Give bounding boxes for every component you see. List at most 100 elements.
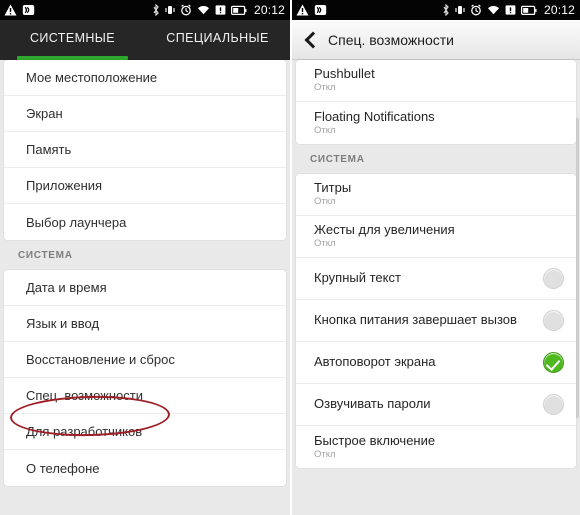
status-bar-right-icons: 20:12	[442, 3, 575, 17]
missed-call-icon	[22, 5, 35, 15]
wifi-icon	[197, 6, 209, 15]
list-item[interactable]: Pushbullet Откл	[296, 60, 576, 102]
vibrate-icon	[165, 6, 175, 14]
list-item[interactable]: Мое местоположение	[4, 60, 286, 96]
battery-icon	[230, 5, 247, 15]
list-item[interactable]: Floating Notifications Откл	[296, 102, 576, 144]
status-bar-right: 20:12	[292, 0, 580, 20]
tab-bar: СИСТЕМНЫЕ СПЕЦИАЛЬНЫЕ	[0, 20, 290, 60]
list-item-texts: Pushbullet Откл	[314, 66, 564, 94]
list-item[interactable]: Восстановление и сброс	[4, 342, 286, 378]
list-item-title: Floating Notifications	[314, 108, 435, 124]
list-item-label: Память	[26, 142, 72, 157]
bluetooth-icon	[443, 4, 449, 16]
list-item-subtitle: Откл	[314, 82, 336, 93]
list-item-title: Жесты для увеличения	[314, 222, 455, 238]
left-group-one: Мое местоположение Экран Память Приложен…	[4, 60, 286, 240]
checkbox-large-text[interactable]	[543, 268, 564, 289]
list-item[interactable]: Выбор лаунчера	[4, 204, 286, 240]
alarm-icon	[181, 4, 191, 16]
warning-triangle-icon	[4, 4, 17, 16]
list-item-title: Быстрое включение	[314, 432, 436, 448]
list-item-label: Восстановление и сброс	[26, 352, 175, 367]
list-item[interactable]: Экран	[4, 96, 286, 132]
list-item[interactable]: Быстрое включение Откл	[296, 426, 576, 468]
list-item-title: Титры	[314, 180, 352, 196]
list-item[interactable]: Дата и время	[4, 270, 286, 306]
list-item-title: Pushbullet	[314, 66, 375, 82]
battery-icon	[520, 5, 537, 15]
missed-call-icon	[314, 5, 327, 15]
status-bar-clock: 20:12	[253, 3, 285, 17]
page-title: Спец. возможности	[328, 31, 454, 48]
list-item-label: Спец. возможности	[26, 388, 143, 403]
list-item-texts: Быстрое включение Откл	[314, 432, 564, 461]
checkbox-auto-rotate-screen[interactable]	[543, 352, 564, 373]
list-item-label: Выбор лаунчера	[26, 214, 127, 230]
list-item-label: Дата и время	[26, 280, 107, 295]
list-item-label: Язык и ввод	[26, 316, 100, 331]
list-item-label: Приложения	[26, 178, 103, 193]
chevron-left-icon[interactable]	[304, 31, 316, 49]
list-item-title: Крупный текст	[314, 270, 401, 286]
list-item-title: Автоповорот экрана	[314, 354, 436, 370]
list-item[interactable]: Титры Откл	[296, 174, 576, 216]
sim-card-icon	[215, 5, 226, 15]
right-phone-screen: 20:12 Спец. возможности Pushbullet Откл …	[290, 0, 580, 515]
left-settings-list[interactable]: Мое местоположение Экран Память Приложен…	[0, 60, 290, 515]
checkbox-power-button-ends-call[interactable]	[543, 310, 564, 331]
status-bar-left: 20:12	[0, 0, 290, 20]
list-item-title: Озвучивать пароли	[314, 396, 431, 412]
list-item[interactable]: Озвучивать пароли	[296, 384, 576, 426]
right-group-one: Pushbullet Откл Floating Notifications О…	[296, 60, 576, 144]
scrollbar[interactable]	[576, 118, 579, 418]
list-item[interactable]: О телефоне	[4, 450, 286, 486]
section-header-system: СИСТЕМА	[310, 153, 365, 165]
list-item-subtitle: Откл	[314, 124, 336, 136]
accessibility-settings-list[interactable]: Pushbullet Откл Floating Notifications О…	[292, 60, 580, 515]
vibrate-icon	[455, 6, 465, 14]
list-item-subtitle: Откл	[314, 196, 336, 207]
warning-triangle-icon	[296, 4, 309, 16]
list-item-subtitle: Откл	[314, 448, 336, 460]
list-item[interactable]: Автоповорот экрана	[296, 342, 576, 384]
left-phone-screen: 20:12 СИСТЕМНЫЕ СПЕЦИАЛЬНЫЕ Мое местопол…	[0, 0, 290, 515]
list-item[interactable]: Для разработчиков	[4, 414, 286, 450]
list-item-label: Экран	[26, 106, 63, 121]
screenshot-root: 20:12 СИСТЕМНЫЕ СПЕЦИАЛЬНЫЕ Мое местопол…	[0, 0, 580, 515]
list-item-magnification-gestures[interactable]: Жесты для увеличения Откл	[296, 216, 576, 258]
list-item-accessibility[interactable]: Спец. возможности	[4, 378, 286, 414]
list-item-texts: Озвучивать пароли	[314, 396, 543, 412]
section-header-system: СИСТЕМА	[18, 249, 73, 261]
left-group-two: Дата и время Язык и ввод Восстановление …	[4, 270, 286, 486]
status-bar-left-icons	[4, 4, 35, 16]
alarm-icon	[471, 4, 481, 16]
list-item-texts: Автоповорот экрана	[314, 354, 543, 370]
checkbox-speak-passwords[interactable]	[543, 394, 564, 415]
list-item[interactable]: Кнопка питания завершает вызов	[296, 300, 576, 342]
tab-system[interactable]: СИСТЕМНЫЕ	[0, 20, 145, 60]
bluetooth-icon	[153, 4, 159, 16]
list-item-texts: Жесты для увеличения Откл	[314, 222, 564, 250]
list-item-texts: Титры Откл	[314, 180, 564, 208]
list-item-texts: Крупный текст	[314, 270, 543, 286]
list-item-texts: Кнопка питания завершает вызов	[314, 312, 543, 328]
list-item-title: Кнопка питания завершает вызов	[314, 312, 517, 328]
sim-card-icon	[505, 5, 516, 15]
wifi-icon	[487, 6, 499, 15]
status-bar-clock: 20:12	[543, 3, 575, 17]
list-item[interactable]: Крупный текст	[296, 258, 576, 300]
status-bar-left-icons	[296, 4, 327, 16]
status-bar-right-icons: 20:12	[152, 3, 285, 17]
tab-special[interactable]: СПЕЦИАЛЬНЫЕ	[145, 20, 290, 60]
tab-special-label: СПЕЦИАЛЬНЫЕ	[166, 31, 269, 45]
list-item-label: Для разработчиков	[26, 424, 143, 439]
right-group-two: Титры Откл Жесты для увеличения Откл Кру…	[296, 174, 576, 468]
list-item-subtitle: Откл	[314, 238, 336, 249]
list-item[interactable]: Приложения	[4, 168, 286, 204]
list-item-texts: Floating Notifications Откл	[314, 108, 564, 137]
tab-system-label: СИСТЕМНЫЕ	[29, 31, 116, 45]
list-item[interactable]: Память	[4, 132, 286, 168]
list-item[interactable]: Язык и ввод	[4, 306, 286, 342]
list-item-label: О телефоне	[26, 460, 100, 476]
